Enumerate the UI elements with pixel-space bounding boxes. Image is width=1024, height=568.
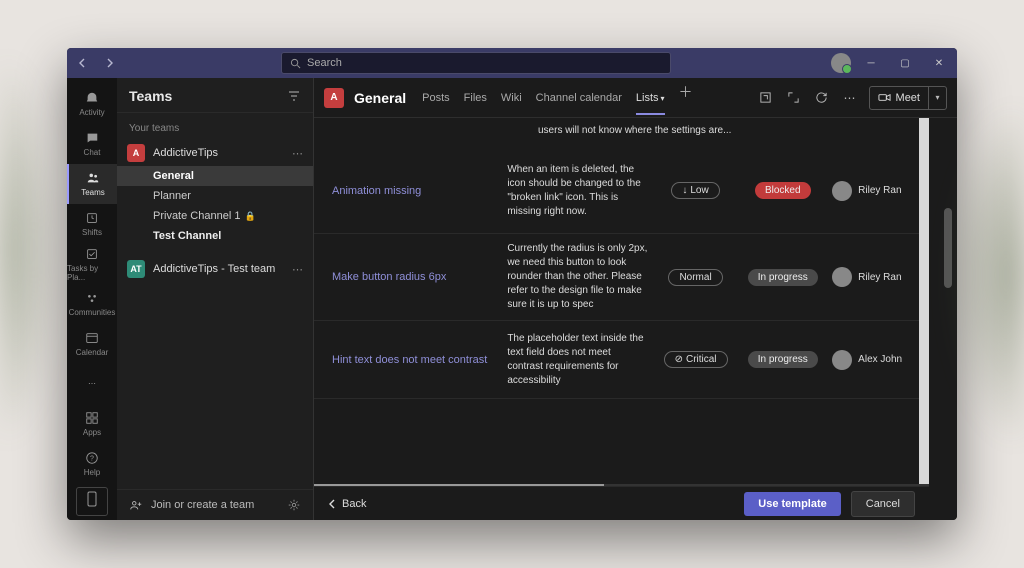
status-pill[interactable]: Blocked xyxy=(755,182,811,199)
meet-button[interactable]: Meet xyxy=(870,91,928,104)
critical-icon: ⊘ xyxy=(675,354,683,365)
rail-communities[interactable]: Communities xyxy=(67,284,117,324)
assignee[interactable]: Riley Ran xyxy=(828,173,919,209)
app-window: Search ─ ▢ ✕ Activity Chat Teams Shifts … xyxy=(67,48,957,520)
lock-icon: 🔒 xyxy=(244,211,255,222)
table-row: Animation missing When an item is delete… xyxy=(314,148,919,234)
people-icon xyxy=(129,498,143,512)
window-close-button[interactable]: ✕ xyxy=(925,51,953,75)
status-pill[interactable]: In progress xyxy=(748,269,818,286)
team-row[interactable]: AT AddictiveTips - Test team ⋯ xyxy=(117,256,313,282)
item-title[interactable]: Make button radius 6px xyxy=(314,263,501,291)
avatar xyxy=(832,350,852,370)
status-pill[interactable]: In progress xyxy=(748,351,818,368)
cancel-button[interactable]: Cancel xyxy=(851,491,915,517)
your-teams-label: Your teams xyxy=(117,119,313,140)
tab-wiki[interactable]: Wiki xyxy=(501,82,522,114)
team-name: AddictiveTips xyxy=(153,147,284,159)
priority-pill[interactable]: ⊘Critical xyxy=(664,351,728,368)
rail-help[interactable]: ?Help xyxy=(67,443,117,483)
titlebar: Search ─ ▢ ✕ xyxy=(67,48,957,78)
search-input[interactable]: Search xyxy=(281,52,671,74)
rail-mobile[interactable] xyxy=(76,487,108,516)
search-icon xyxy=(290,58,301,69)
table-row: Hint text does not meet contrast The pla… xyxy=(314,321,919,399)
add-tab-button[interactable]: ＋ xyxy=(679,82,693,114)
tab-files[interactable]: Files xyxy=(464,82,487,114)
rail-calendar[interactable]: Calendar xyxy=(67,323,117,363)
meet-dropdown[interactable]: ▾ xyxy=(928,87,946,109)
refresh-icon[interactable] xyxy=(813,89,831,107)
manage-teams-icon[interactable] xyxy=(287,498,301,512)
chevron-down-icon: ▾ xyxy=(661,94,665,103)
channel-general[interactable]: General xyxy=(117,166,313,186)
arrow-down-icon: ↓ xyxy=(682,185,687,196)
tab-calendar[interactable]: Channel calendar xyxy=(536,82,622,114)
channel-badge: A xyxy=(324,88,344,108)
svg-text:?: ? xyxy=(90,455,94,462)
channel-private[interactable]: Private Channel 1🔒 xyxy=(117,206,313,226)
team-row[interactable]: A AddictiveTips ⋯ xyxy=(117,140,313,166)
table-row: Make button radius 6px Currently the rad… xyxy=(314,234,919,321)
scrollbar-thumb[interactable] xyxy=(944,208,952,288)
more-icon[interactable]: ⋯ xyxy=(841,89,859,107)
nav-back-button[interactable] xyxy=(71,51,95,75)
vertical-scrollbar[interactable] xyxy=(939,118,957,520)
main-area: A General Posts Files Wiki Channel calen… xyxy=(314,78,957,520)
use-template-button[interactable]: Use template xyxy=(744,492,840,516)
item-desc: The placeholder text inside the text fie… xyxy=(501,324,653,396)
channel-test[interactable]: Test Channel xyxy=(117,226,313,246)
channel-planner[interactable]: Planner xyxy=(117,186,313,206)
rail-shifts[interactable]: Shifts xyxy=(67,204,117,244)
expand-icon[interactable] xyxy=(785,89,803,107)
channel-title: General xyxy=(354,90,406,106)
priority-pill[interactable]: Normal xyxy=(668,269,722,286)
list-scroll-area[interactable]: users will not know where the settings a… xyxy=(314,118,929,484)
nav-forward-button[interactable] xyxy=(97,51,121,75)
team-more-icon[interactable]: ⋯ xyxy=(292,147,303,160)
app-rail: Activity Chat Teams Shifts Tasks by Pla.… xyxy=(67,78,117,520)
priority-pill[interactable]: ↓Low xyxy=(671,182,719,199)
rail-tasks[interactable]: Tasks by Pla... xyxy=(67,244,117,284)
panel-title: Teams xyxy=(129,88,172,104)
avatar xyxy=(832,181,852,201)
team-badge: AT xyxy=(127,260,145,278)
item-title[interactable]: Hint text does not meet contrast xyxy=(314,346,501,374)
channel-header: A General Posts Files Wiki Channel calen… xyxy=(314,78,957,118)
back-button[interactable]: Back xyxy=(328,498,366,510)
item-title[interactable]: Animation missing xyxy=(314,177,501,205)
user-avatar[interactable] xyxy=(831,53,851,73)
assignee[interactable]: Riley Ran xyxy=(828,259,919,295)
rail-apps[interactable]: Apps xyxy=(67,403,117,443)
team-name: AddictiveTips - Test team xyxy=(153,263,284,275)
team-more-icon[interactable]: ⋯ xyxy=(292,263,303,276)
tab-lists[interactable]: Lists▾ xyxy=(636,82,665,114)
teams-panel: Teams Your teams A AddictiveTips ⋯ Gener… xyxy=(117,78,314,520)
search-placeholder: Search xyxy=(307,57,342,69)
template-footer: Back Use template Cancel xyxy=(314,486,929,520)
open-app-icon[interactable] xyxy=(757,89,775,107)
avatar xyxy=(832,267,852,287)
rail-activity[interactable]: Activity xyxy=(67,84,117,124)
window-minimize-button[interactable]: ─ xyxy=(857,51,885,75)
tab-posts[interactable]: Posts xyxy=(422,82,450,114)
rail-chat[interactable]: Chat xyxy=(67,124,117,164)
filter-icon[interactable] xyxy=(287,89,301,103)
rail-teams[interactable]: Teams xyxy=(67,164,117,204)
join-create-team[interactable]: Join or create a team xyxy=(129,498,254,512)
item-desc: Currently the radius is only 2px, we nee… xyxy=(501,234,653,320)
rail-more[interactable]: ⋯ xyxy=(67,363,117,403)
item-desc: When an item is deleted, the icon should… xyxy=(501,155,653,227)
partial-desc: users will not know where the settings a… xyxy=(314,118,919,148)
assignee[interactable]: Alex John xyxy=(828,342,919,378)
video-icon xyxy=(878,91,891,104)
team-badge: A xyxy=(127,144,145,162)
window-maximize-button[interactable]: ▢ xyxy=(891,51,919,75)
